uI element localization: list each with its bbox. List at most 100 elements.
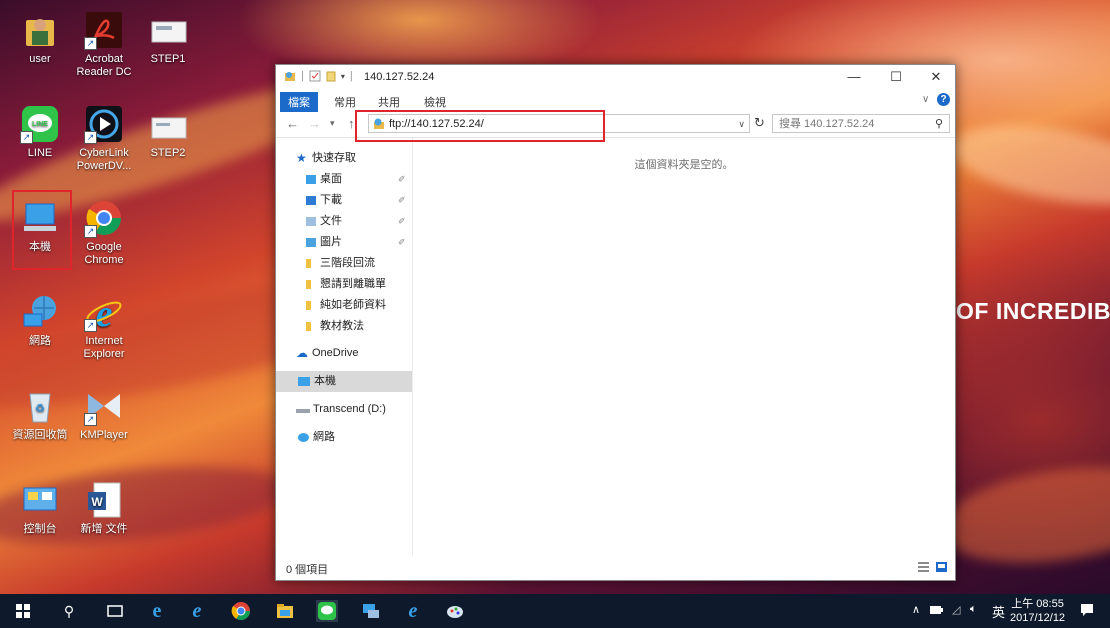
line-app-icon[interactable] <box>316 600 338 622</box>
paint-icon[interactable] <box>444 600 466 622</box>
search-icon[interactable]: ⚲ <box>58 600 80 622</box>
desktop-icon-line[interactable]: LINE ↗ LINE <box>8 104 72 160</box>
large-icons-view-icon[interactable] <box>936 562 947 572</box>
ie-icon[interactable]: e <box>186 600 208 622</box>
windows-start-icon[interactable] <box>12 600 34 622</box>
recycle-bin-icon: ♻ <box>20 386 60 426</box>
refresh-icon[interactable]: ↻ <box>754 115 765 131</box>
notification-center-icon[interactable] <box>1080 603 1094 617</box>
nav-item-folder[interactable]: 純如老師資料 <box>276 295 412 316</box>
tab-view[interactable]: 檢視 <box>416 92 454 112</box>
ime-indicator[interactable]: 英 <box>992 602 1005 621</box>
pin-icon[interactable]: ✐ <box>398 211 406 232</box>
nav-item-desktop[interactable]: 桌面 ✐ <box>276 169 412 190</box>
folder-icon <box>306 259 311 268</box>
desktop-icon-kmplayer[interactable]: ↗ KMPlayer <box>72 386 136 442</box>
show-hidden-icons-chevron-icon[interactable]: ∧ <box>912 603 920 616</box>
wifi-icon[interactable]: ◿ <box>952 603 960 616</box>
network-app-icon[interactable] <box>360 600 382 622</box>
quick-access-toolbar: | ▾ | <box>284 70 353 82</box>
network-icon <box>298 433 309 442</box>
pin-icon[interactable]: ✐ <box>398 169 406 190</box>
new-folder-icon[interactable] <box>326 70 336 82</box>
navigation-pane: ★ 快速存取 桌面 ✐ 下載 ✐ 文件 ✐ 圖片 ✐ 三階段回流 懇請到離職單 … <box>276 138 413 556</box>
details-view-icon[interactable] <box>918 562 929 572</box>
downloads-folder-icon <box>306 196 316 205</box>
svg-text:e: e <box>96 293 113 332</box>
nav-item-pictures[interactable]: 圖片 ✐ <box>276 232 412 253</box>
search-box[interactable]: 搜尋 140.127.52.24 ⚲ <box>772 114 950 133</box>
this-pc-icon <box>298 377 310 386</box>
nav-network[interactable]: 網路 <box>276 427 412 448</box>
svg-text:LINE: LINE <box>32 121 48 128</box>
desktop-icon-acrobat[interactable]: ↗ Acrobat Reader DC <box>72 10 136 79</box>
maximize-button[interactable]: ☐ <box>874 65 918 89</box>
svg-text:W: W <box>91 495 103 509</box>
desktop-icon-word-doc[interactable]: W 新增 文件 <box>72 480 136 536</box>
nav-drive[interactable]: Transcend (D:) <box>276 399 412 420</box>
desktop-icon-powerdvd[interactable]: ↗ CyberLink PowerDV... <box>72 104 136 173</box>
minimize-button[interactable]: — <box>832 65 876 89</box>
user-folder-icon <box>20 10 60 50</box>
battery-icon[interactable] <box>930 605 943 615</box>
documents-folder-icon <box>306 217 316 226</box>
ftp-folder-icon <box>285 72 295 81</box>
expand-ribbon-chevron-icon[interactable]: ∨ <box>922 94 929 105</box>
desktop-icon-step1[interactable]: STEP1 <box>136 10 200 66</box>
help-icon[interactable]: ? <box>937 93 950 106</box>
properties-icon[interactable] <box>309 70 321 82</box>
powerdvd-icon: ↗ <box>84 104 124 144</box>
clock[interactable]: 上午 08:55 2017/12/12 <box>1010 597 1065 625</box>
desktop-icon-chrome[interactable]: ↗ Google Chrome <box>72 198 136 267</box>
tab-file[interactable]: 檔案 <box>280 92 318 112</box>
back-arrow-icon[interactable]: ← <box>286 116 299 131</box>
nav-this-pc[interactable]: 本機 <box>276 371 412 392</box>
desktop-icon-network[interactable]: 網路 <box>8 292 72 348</box>
control-panel-icon <box>20 480 60 520</box>
desktop-folder-icon <box>306 175 316 184</box>
empty-folder-message: 這個資料夾是空的。 <box>634 159 734 171</box>
pin-icon[interactable]: ✐ <box>398 232 406 253</box>
chrome-icon: ↗ <box>84 198 124 238</box>
tab-home[interactable]: 常用 <box>326 92 364 112</box>
folder-icon <box>306 322 311 331</box>
ie-icon[interactable]: e <box>402 600 424 622</box>
window-title: 140.127.52.24 <box>364 71 435 83</box>
pin-icon[interactable]: ✐ <box>398 190 406 211</box>
up-arrow-icon[interactable]: ↑ <box>348 116 355 131</box>
desktop-icon-control-panel[interactable]: 控制台 <box>8 480 72 536</box>
desktop-icon-step2[interactable]: STEP2 <box>136 104 200 160</box>
ie-icon: e ↗ <box>84 292 124 335</box>
ribbon-tabs: 檔案 常用 共用 檢視 ∨ ? <box>276 89 955 112</box>
title-bar[interactable]: | ▾ | 140.127.52.24 — ☐ ✕ <box>276 65 955 89</box>
task-view-icon[interactable] <box>104 600 126 622</box>
nav-item-folder[interactable]: 懇請到離職單 <box>276 274 412 295</box>
image-file-icon <box>148 104 188 144</box>
clock-date: 2017/12/12 <box>1010 612 1066 624</box>
line-app-icon: LINE ↗ <box>20 104 60 144</box>
recent-locations-chevron-icon[interactable]: ▾ <box>330 118 335 129</box>
desktop-icon-ie[interactable]: e ↗ Internet Explorer <box>72 292 136 361</box>
nav-item-documents[interactable]: 文件 ✐ <box>276 211 412 232</box>
edge-icon[interactable]: e <box>146 600 168 622</box>
desktop-icon-user[interactable]: user <box>8 10 72 66</box>
close-button[interactable]: ✕ <box>914 65 958 89</box>
nav-quick-access[interactable]: ★ 快速存取 <box>276 148 412 169</box>
nav-item-folder[interactable]: 教材教法 <box>276 316 412 337</box>
address-dropdown-chevron-icon[interactable]: ∨ <box>738 115 745 134</box>
nav-item-folder[interactable]: 三階段回流 <box>276 253 412 274</box>
svg-text:♻: ♻ <box>35 402 45 415</box>
nav-item-downloads[interactable]: 下載 ✐ <box>276 190 412 211</box>
wallpaper-text: OF INCREDIBLE <box>956 298 1110 324</box>
item-count: 0 個項目 <box>286 564 329 576</box>
chrome-icon[interactable] <box>230 600 252 622</box>
tab-share[interactable]: 共用 <box>370 92 408 112</box>
clock-time: 上午 08:55 <box>1011 598 1064 610</box>
forward-arrow-icon[interactable]: → <box>308 116 321 131</box>
volume-icon[interactable]: 🔈︎ <box>970 603 977 616</box>
nav-onedrive[interactable]: ☁ OneDrive <box>276 343 412 364</box>
desktop-icon-recycle-bin[interactable]: ♻ 資源回收筒 <box>8 386 72 442</box>
file-explorer-icon[interactable] <box>274 600 296 622</box>
customize-qat-icon[interactable]: ▾ <box>341 72 345 81</box>
file-list-pane[interactable]: 這個資料夾是空的。 <box>413 138 955 556</box>
